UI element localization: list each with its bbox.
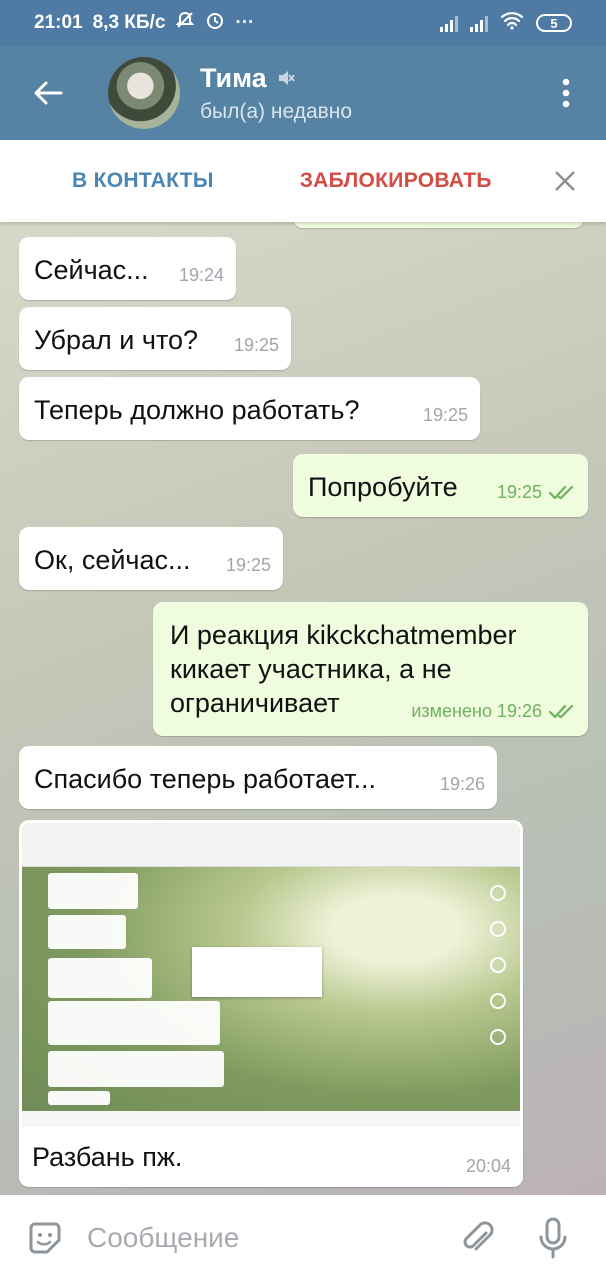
chat-title-block[interactable]: Тима был(а) недавно [200, 63, 352, 124]
emoji-button[interactable] [25, 1218, 65, 1258]
message-text: Теперь должно работать? [34, 395, 360, 425]
message-time: 19:26 [439, 774, 485, 794]
message-time: изменено 19:26 [411, 701, 542, 721]
message-time: 19:25 [422, 405, 468, 425]
add-contact-button[interactable]: В КОНТАКТЫ [72, 169, 214, 193]
avatar[interactable] [108, 57, 180, 129]
status-time: 21:01 [34, 12, 83, 33]
voice-record-button[interactable] [533, 1216, 573, 1260]
partial-outgoing-message [293, 222, 584, 228]
double-check-icon [548, 704, 574, 719]
arrow-left-icon [34, 81, 63, 105]
message-bubble[interactable]: Попробуйте 19:25 [293, 454, 588, 517]
message-time: 19:25 [233, 335, 279, 355]
message-text: Спасибо теперь работает... [34, 764, 376, 794]
message-time: 20:04 [465, 1156, 511, 1176]
message-bubble[interactable]: Убрал и что? 19:25 [19, 307, 291, 370]
battery-level: 5 [550, 15, 558, 31]
message-bubble[interactable]: Ок, сейчас... 19:25 [19, 527, 283, 590]
status-bar: 21:01 8,3 КБ/с ··· 5 [0, 0, 606, 46]
double-check-icon [548, 485, 574, 500]
cell-signal-icon [440, 14, 458, 32]
action-bar: В КОНТАКТЫ ЗАБЛОКИРОВАТЬ [0, 140, 606, 222]
wifi-icon [500, 10, 524, 36]
message-time: 19:25 [225, 555, 271, 575]
status-more: ··· [235, 12, 255, 33]
mute-notification-icon [175, 10, 195, 36]
chat-messages: Сейчас... 19:24 Убрал и что? 19:25 Тепер… [0, 222, 606, 1195]
block-user-button[interactable]: ЗАБЛОКИРОВАТЬ [300, 169, 492, 193]
message-time: 19:24 [178, 265, 224, 285]
paperclip-icon [463, 1220, 494, 1250]
message-bubble[interactable]: Спасибо теперь работает... 19:26 [19, 746, 497, 809]
message-bubble[interactable]: И реакция kikckchatmember кикает участни… [153, 602, 588, 736]
sticker-icon [29, 1222, 61, 1253]
more-menu-button[interactable] [526, 46, 606, 140]
screenshot-image[interactable] [22, 823, 520, 1127]
message-text: Убрал и что? [34, 325, 199, 355]
chat-header: Тима был(а) недавно [0, 46, 606, 140]
attach-button[interactable] [457, 1218, 497, 1258]
microphone-icon [539, 1217, 567, 1258]
cell-signal-2-icon [470, 14, 488, 32]
more-vertical-icon [562, 78, 570, 108]
close-icon [555, 171, 575, 191]
status-speed: 8,3 КБ/с [92, 12, 166, 33]
chat-name: Тима [200, 62, 267, 93]
message-text: Сейчас... [34, 255, 149, 285]
message-text: Ок, сейчас... [34, 545, 191, 575]
photo-caption: Разбань пж. [32, 1142, 183, 1172]
alarm-icon [205, 10, 225, 36]
close-action-bar-button[interactable] [550, 166, 580, 196]
back-button[interactable] [0, 46, 96, 140]
message-input[interactable] [87, 1221, 427, 1254]
battery-icon: 5 [536, 14, 572, 32]
composer [0, 1195, 606, 1280]
message-time: 19:25 [496, 482, 542, 502]
message-bubble[interactable]: Сейчас... 19:24 [19, 237, 236, 300]
photo-message[interactable]: Разбань пж. 20:04 [19, 820, 523, 1187]
message-bubble[interactable]: Теперь должно работать? 19:25 [19, 377, 480, 440]
chat-status: был(а) недавно [200, 99, 353, 123]
muted-speaker-icon [278, 71, 295, 85]
message-text: Попробуйте [308, 472, 458, 502]
